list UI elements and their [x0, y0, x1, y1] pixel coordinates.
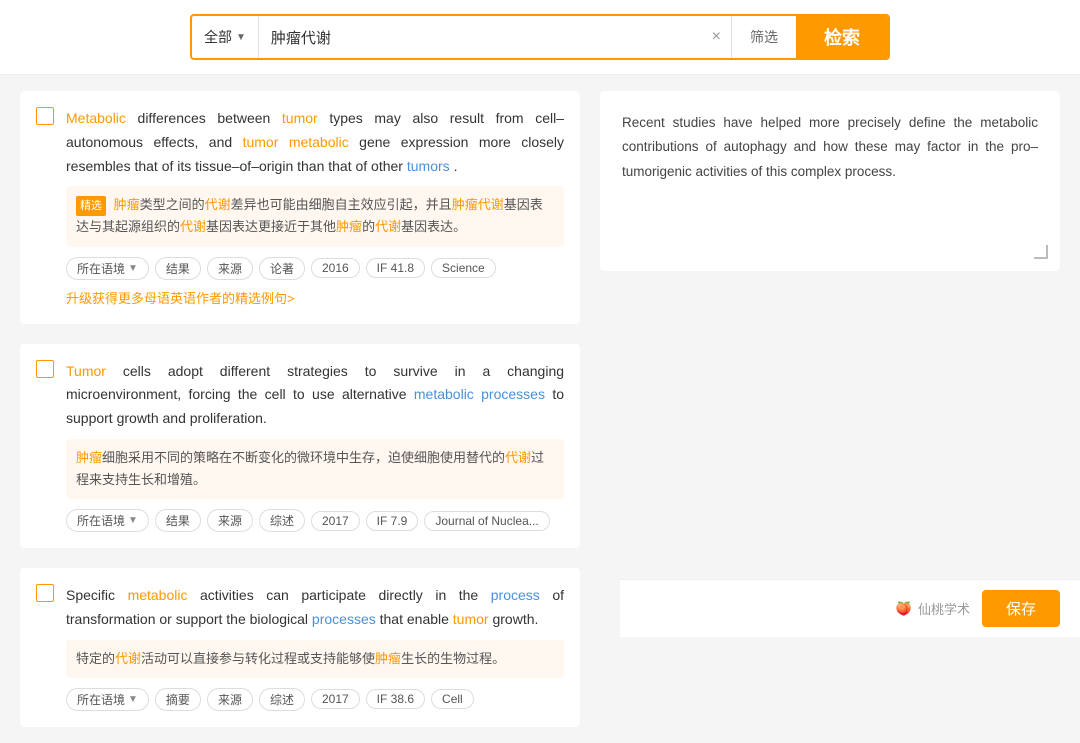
- text-1e: .: [454, 158, 458, 174]
- tag-source-1[interactable]: 来源: [207, 257, 253, 280]
- translation-3: 特定的代谢活动可以直接参与转化过程或支持能够使肿瘤生长的生物过程。: [66, 640, 564, 678]
- word-tumor-2: tumor: [243, 134, 279, 150]
- card-icon-3: [36, 584, 54, 602]
- tag-type-3[interactable]: 综述: [259, 688, 305, 711]
- word-tumor-3: Tumor: [66, 363, 106, 379]
- result-item-3: Specific metabolic activities can partic…: [36, 584, 564, 711]
- tag-journal-2: Journal of Nuclea...: [424, 511, 549, 531]
- upgrade-link-1[interactable]: 升级获得更多母语英语作者的精选例句>: [66, 288, 295, 307]
- tag-abstract-3[interactable]: 摘要: [155, 688, 201, 711]
- tz-1: 肿瘤: [114, 197, 140, 212]
- tt-1a: 类型之间的: [140, 197, 205, 212]
- text-3b: activities can participate directly in t…: [200, 587, 491, 603]
- search-input[interactable]: [259, 16, 702, 58]
- tt-2a: 细胞采用不同的策略在不断变化的微环境中生存，迫使细胞使用替代的: [102, 450, 505, 465]
- result-card-3: Specific metabolic activities can partic…: [20, 568, 580, 727]
- tag-if-2: IF 7.9: [366, 511, 419, 531]
- tag-source-2[interactable]: 来源: [207, 509, 253, 532]
- card-icon-2: [36, 360, 54, 378]
- result-body-3: Specific metabolic activities can partic…: [66, 584, 564, 711]
- category-label: 全部: [204, 27, 232, 47]
- result-card-2: Tumor cells adopt different strategies t…: [20, 344, 580, 549]
- chevron-down-icon: ▼: [236, 32, 246, 43]
- result-item-1: Metabolic differences between tumor type…: [36, 107, 564, 308]
- zdm-1: 肿瘤代谢: [452, 197, 504, 212]
- translation-2: 肿瘤细胞采用不同的策略在不断变化的微环境中生存，迫使细胞使用替代的代谢过程来支持…: [66, 439, 564, 499]
- tag-context-3[interactable]: 所在语境 ▼: [66, 688, 149, 711]
- word-tumor-1: tumor: [282, 110, 318, 126]
- dm-4: 代谢: [505, 450, 531, 465]
- top-bar: 全部 ▼ × 筛选 检索: [0, 0, 1080, 75]
- clear-icon[interactable]: ×: [702, 16, 731, 58]
- tag-type-2[interactable]: 综述: [259, 509, 305, 532]
- tag-if-1: IF 41.8: [366, 258, 425, 278]
- word-tumor-4: tumor: [453, 611, 489, 627]
- save-button[interactable]: 保存: [982, 590, 1060, 627]
- dm-1: 代谢: [205, 197, 231, 212]
- tag-source-3[interactable]: 来源: [207, 688, 253, 711]
- dm-2: 代谢: [180, 219, 206, 234]
- category-dropdown[interactable]: 全部 ▼: [192, 16, 259, 58]
- preview-card: Recent studies have helped more precisel…: [600, 91, 1060, 271]
- tag-row-2: 所在语境 ▼ 结果 来源 综述 2017 IF 7.9 Journal of N…: [66, 509, 564, 532]
- result-text-2: Tumor cells adopt different strategies t…: [66, 360, 564, 431]
- word-processes-1: processes: [312, 611, 376, 627]
- result-body-1: Metabolic differences between tumor type…: [66, 107, 564, 308]
- result-text-3: Specific metabolic activities can partic…: [66, 584, 564, 632]
- tag-journal-1: Science: [431, 258, 496, 278]
- tag-journal-3: Cell: [431, 689, 474, 709]
- tag-row-3: 所在语境 ▼ 摘要 来源 综述 2017 IF 38.6 Cell: [66, 688, 564, 711]
- watermark-text: 仙桃学术: [918, 599, 970, 618]
- dm-3: 代谢: [375, 219, 401, 234]
- word-metabolic-processes: metabolic processes: [414, 386, 545, 402]
- bottom-bar: 🍑 仙桃学术 保存: [620, 579, 1080, 637]
- word-process-1: process: [491, 587, 540, 603]
- tt-3c: 生长的生物过程。: [401, 651, 505, 666]
- tag-if-3: IF 38.6: [366, 689, 425, 709]
- text-1a: differences between: [138, 110, 282, 126]
- tag-result-1[interactable]: 结果: [155, 257, 201, 280]
- tag-context-1[interactable]: 所在语境 ▼: [66, 257, 149, 280]
- tt-1f: 基因表达。: [401, 219, 466, 234]
- tt-3a: 特定的: [76, 651, 115, 666]
- text-3a: Specific: [66, 587, 128, 603]
- tag-context-2[interactable]: 所在语境 ▼: [66, 509, 149, 532]
- tt-1e: 的: [362, 219, 375, 234]
- tag-year-2: 2017: [311, 511, 360, 531]
- filter-button[interactable]: 筛选: [731, 16, 796, 58]
- result-text-1: Metabolic differences between tumor type…: [66, 107, 564, 178]
- search-button[interactable]: 检索: [796, 16, 888, 58]
- tag-year-3: 2017: [311, 689, 360, 709]
- tag-type-1[interactable]: 论著: [259, 257, 305, 280]
- tz-3: 肿瘤: [76, 450, 102, 465]
- word-tumors-1: tumors: [407, 158, 450, 174]
- tt-1b: 差异也可能由细胞自主效应引起，并且: [231, 197, 452, 212]
- jingxuan-tag-1: 精选: [76, 196, 106, 217]
- search-container: 全部 ▼ × 筛选 检索: [190, 14, 890, 60]
- tag-result-2[interactable]: 结果: [155, 509, 201, 532]
- tt-3b: 活动可以直接参与转化过程或支持能够使: [141, 651, 375, 666]
- dm-5: 代谢: [115, 651, 141, 666]
- results-panel: Metabolic differences between tumor type…: [20, 91, 580, 727]
- result-item-2: Tumor cells adopt different strategies t…: [36, 360, 564, 533]
- tag-row-1: 所在语境 ▼ 结果 来源 论著 2016 IF 41.8 Science: [66, 257, 564, 280]
- word-metabolic-2: metabolic: [289, 134, 349, 150]
- watermark-icon: 🍑: [896, 601, 912, 617]
- preview-text: Recent studies have helped more precisel…: [622, 115, 1038, 179]
- text-3e: growth.: [492, 611, 538, 627]
- result-body-2: Tumor cells adopt different strategies t…: [66, 360, 564, 533]
- word-metabolic-3: metabolic: [128, 587, 188, 603]
- tz-4: 肿瘤: [375, 651, 401, 666]
- main-content: Metabolic differences between tumor type…: [0, 75, 1080, 743]
- tz-2: 肿瘤: [336, 219, 362, 234]
- result-card-1: Metabolic differences between tumor type…: [20, 91, 580, 324]
- word-metabolic-1: Metabolic: [66, 110, 126, 126]
- tag-year-1: 2016: [311, 258, 360, 278]
- watermark: 🍑 仙桃学术: [896, 599, 970, 618]
- card-icon-1: [36, 107, 54, 125]
- tt-1d: 基因表达更接近于其他: [206, 219, 336, 234]
- translation-1: 精选 肿瘤类型之间的代谢差异也可能由细胞自主效应引起，并且肿瘤代谢基因表达与其起…: [66, 186, 564, 246]
- text-3d: that enable: [380, 611, 453, 627]
